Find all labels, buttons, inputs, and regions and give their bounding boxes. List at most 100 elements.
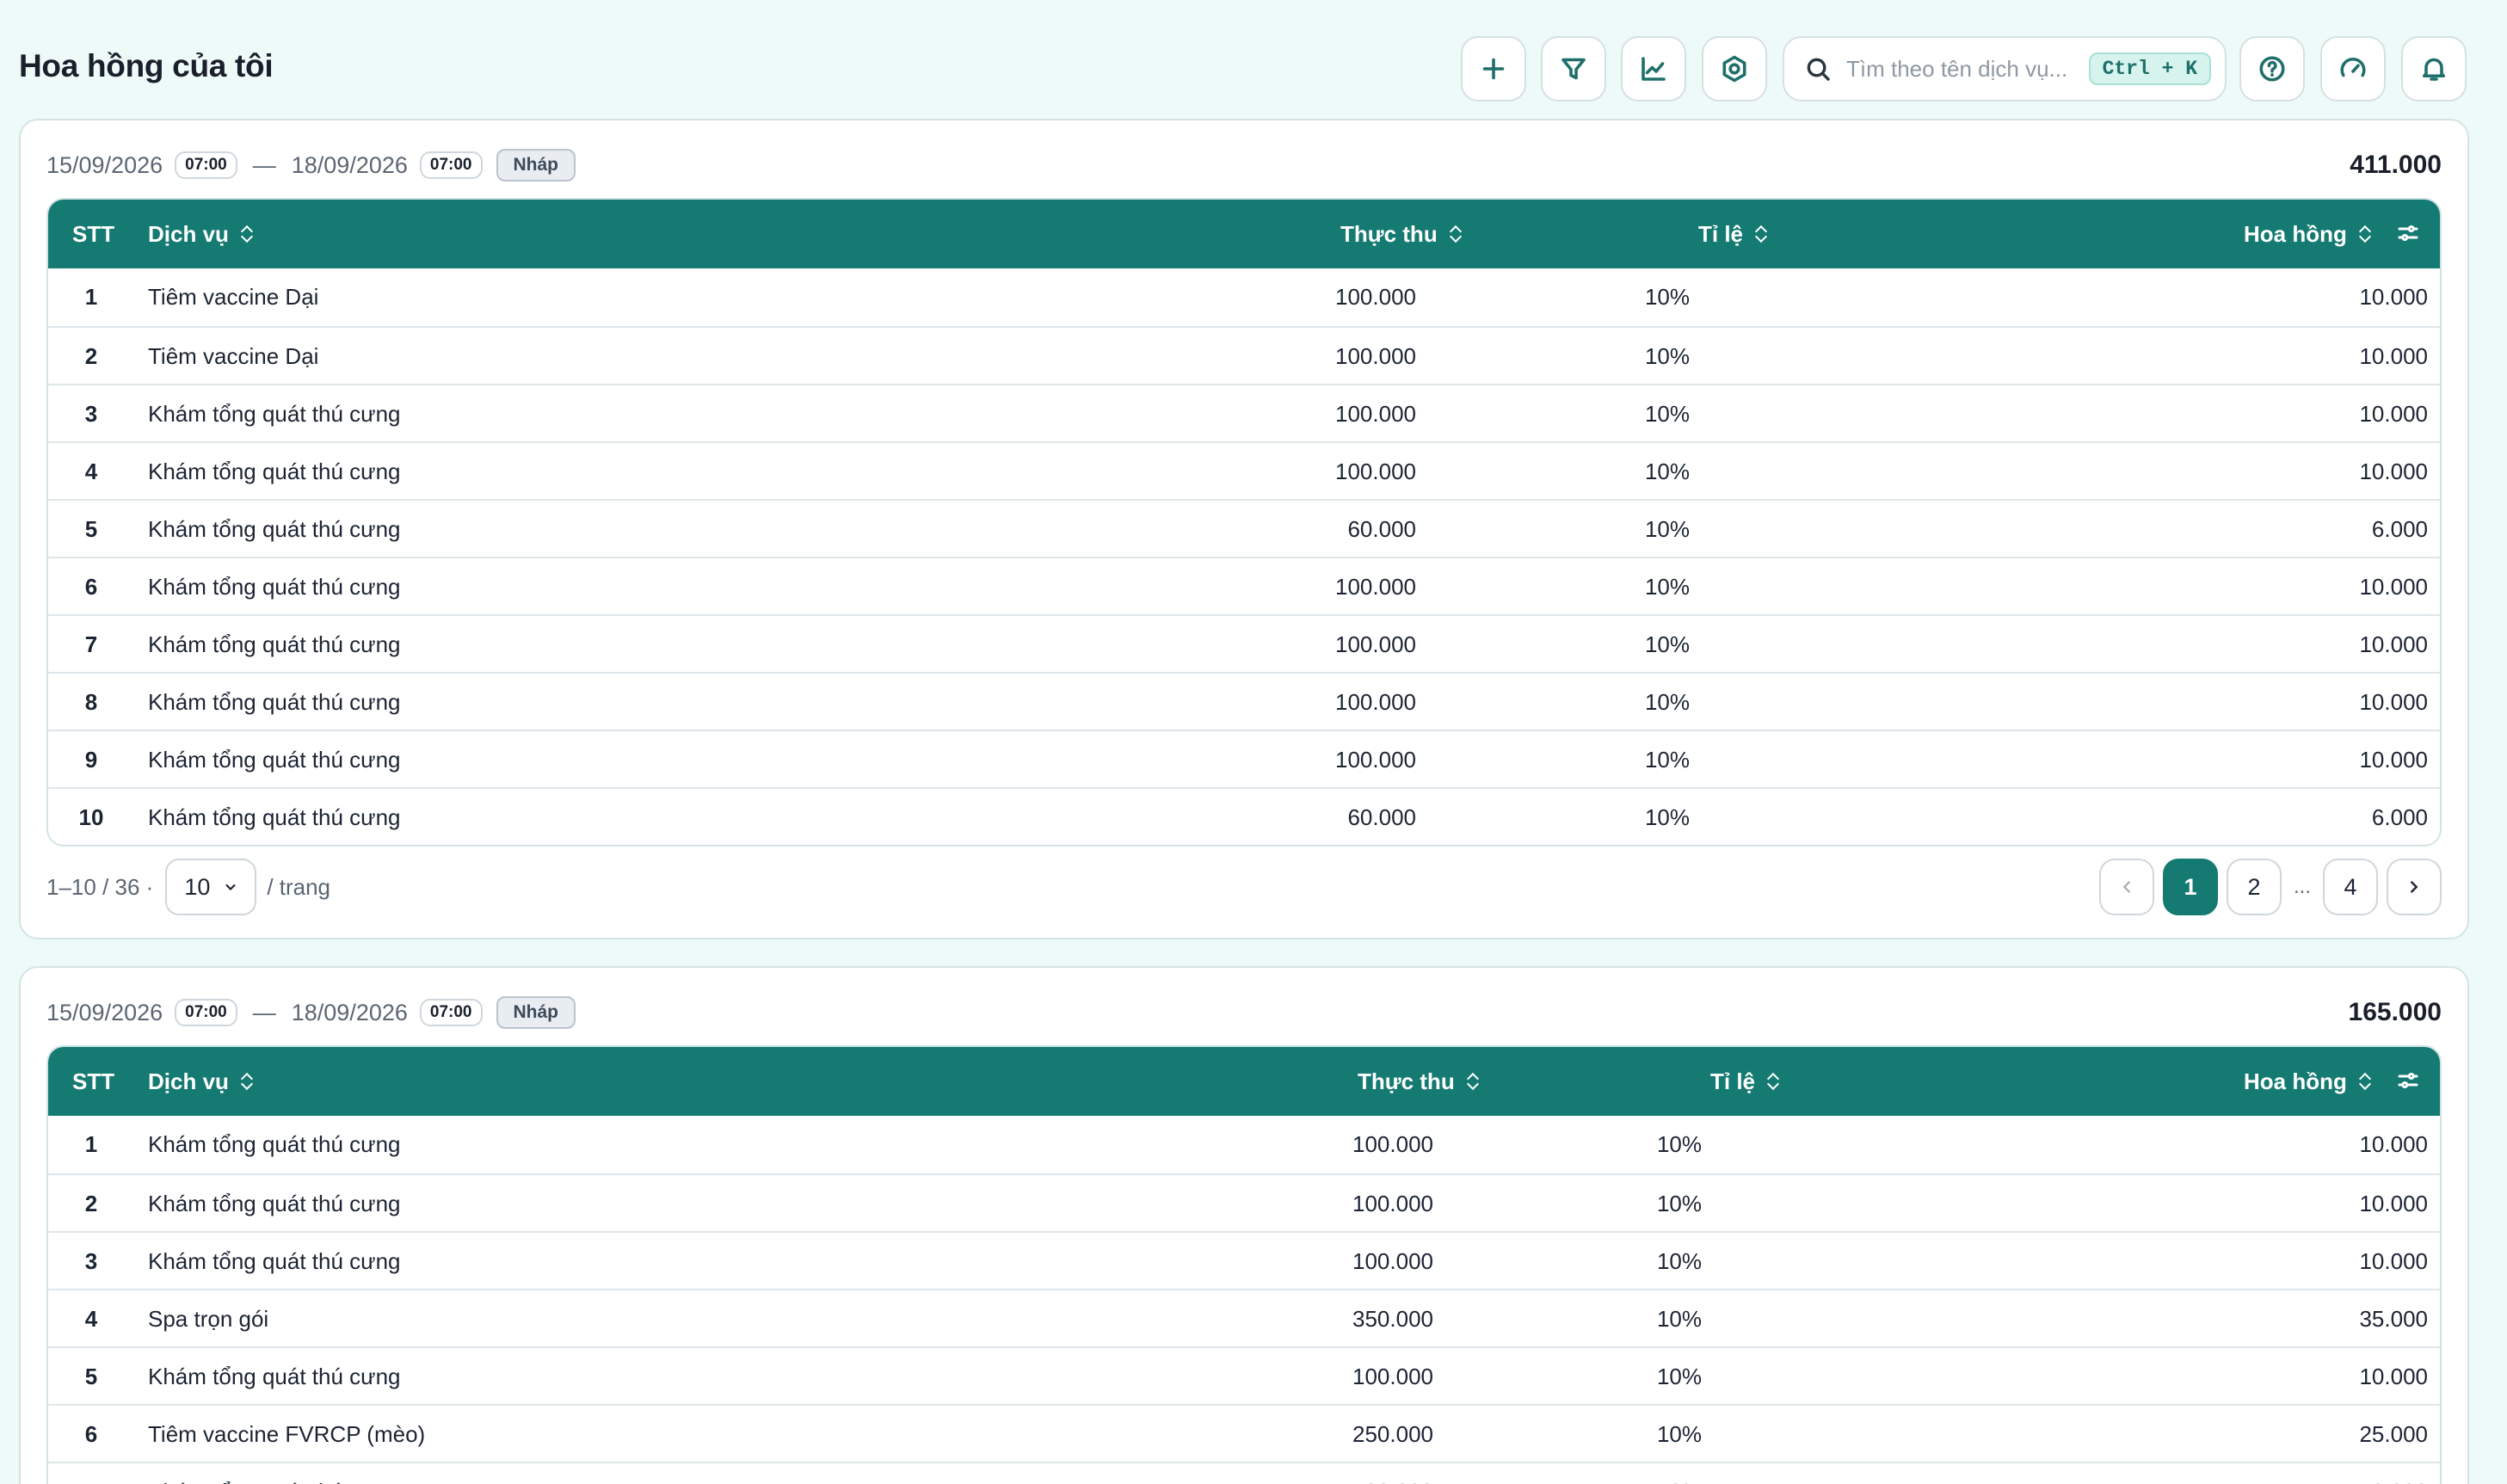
table-row[interactable]: 7 Khám tổng quát thú cưng 100.000 10% 10.000 <box>48 1462 2440 1484</box>
cell-commission: 10.000 <box>2359 1463 2428 1484</box>
cell-revenue: 100.000 <box>1335 689 1416 715</box>
add-button[interactable] <box>1461 36 1526 102</box>
column-settings-button[interactable] <box>2395 220 2421 246</box>
cell-revenue: 100.000 <box>1352 1191 1433 1216</box>
column-rate[interactable]: Tỉ lệ <box>1698 200 1767 268</box>
cell-stt: 8 <box>84 689 98 715</box>
cell-service: Khám tổng quát thú cưng <box>148 459 401 484</box>
cell-commission: 10.000 <box>2359 689 2428 715</box>
cell-revenue: 100.000 <box>1335 574 1416 600</box>
cell-commission: 6.000 <box>2371 516 2428 542</box>
notifications-button[interactable] <box>2401 36 2467 102</box>
table-row[interactable]: 2 Khám tổng quát thú cưng 100.000 10% 10.000 <box>48 1173 2440 1231</box>
table-row[interactable]: 3 Khám tổng quát thú cưng 100.000 10% 10.000 <box>48 1231 2440 1289</box>
time-from: 07:00 <box>175 151 237 179</box>
chevron-down-icon <box>225 884 237 891</box>
card-header: 15/09/2026 07:00 — 18/09/2026 07:00 Nháp… <box>46 146 2442 184</box>
commission-table: STT Dịch vụ Thực thu Tỉ lệ Hoa hồng 1 Tiê… <box>46 198 2442 847</box>
table-row[interactable]: 6 Khám tổng quát thú cưng 100.000 10% 10.000 <box>48 557 2440 614</box>
cell-rate: 10% <box>1644 631 1690 657</box>
table-row[interactable]: 8 Khám tổng quát thú cưng 100.000 10% 10.000 <box>48 672 2440 730</box>
table-row[interactable]: 6 Tiêm vaccine FVRCP (mèo) 250.000 10% 25.00… <box>48 1404 2440 1462</box>
status-badge: Nháp <box>496 149 576 182</box>
cell-stt: 7 <box>84 631 98 657</box>
cell-stt: 5 <box>84 516 98 542</box>
cell-stt: 4 <box>84 459 98 484</box>
next-page-button[interactable] <box>2387 859 2442 915</box>
help-button[interactable] <box>2239 36 2305 102</box>
card-total: 165.000 <box>2348 998 2442 1026</box>
cell-service: Khám tổng quát thú cưng <box>148 1131 401 1157</box>
cell-service: Khám tổng quát thú cưng <box>148 1248 401 1274</box>
cell-service: Tiêm vaccine FVRCP (mèo) <box>148 1421 426 1447</box>
date-to: 18/09/2026 <box>291 151 408 178</box>
cell-service: Khám tổng quát thú cưng <box>148 574 401 600</box>
settings-button[interactable] <box>1702 36 1767 102</box>
search-input[interactable] <box>1846 55 2089 83</box>
cell-stt: 6 <box>84 1421 98 1447</box>
cell-stt: 6 <box>84 574 98 600</box>
cell-rate: 10% <box>1656 1248 1702 1274</box>
cell-revenue: 100.000 <box>1352 1364 1433 1389</box>
cell-stt: 5 <box>84 1364 98 1389</box>
sort-icon <box>1767 1072 1779 1091</box>
date-to: 18/09/2026 <box>291 999 408 1025</box>
column-revenue[interactable]: Thực thu <box>1358 1047 1479 1116</box>
time-to: 07:00 <box>419 151 483 179</box>
table-row[interactable]: 4 Spa trọn gói 350.000 10% 35.000 <box>48 1289 2440 1346</box>
table-row[interactable]: 1 Khám tổng quát thú cưng 100.000 10% 10.000 <box>48 1116 2440 1173</box>
chart-button[interactable] <box>1621 36 1686 102</box>
sliders-icon <box>2398 1073 2418 1088</box>
column-commission[interactable]: Hoa hồng <box>2244 1047 2371 1116</box>
column-settings-button[interactable] <box>2395 1068 2421 1093</box>
table-header: STT Dịch vụ Thực thu Tỉ lệ Hoa hồng <box>48 1047 2440 1116</box>
table-row[interactable]: 9 Khám tổng quát thú cưng 100.000 10% 10.000 <box>48 730 2440 787</box>
table-row[interactable]: 5 Khám tổng quát thú cưng 60.000 10% 6.000 <box>48 499 2440 557</box>
time-from: 07:00 <box>175 999 237 1026</box>
prev-page-button[interactable] <box>2098 859 2154 915</box>
cell-service: Khám tổng quát thú cưng <box>148 747 401 773</box>
settings-icon <box>1722 55 1746 83</box>
column-service[interactable]: Dịch vụ <box>148 200 253 268</box>
table-row[interactable]: 4 Khám tổng quát thú cưng 100.000 10% 10.000 <box>48 441 2440 499</box>
cell-commission: 10.000 <box>2359 631 2428 657</box>
cell-service: Tiêm vaccine Dại <box>148 343 319 369</box>
column-revenue[interactable]: Thực thu <box>1340 200 1462 268</box>
cell-rate: 10% <box>1656 1364 1702 1389</box>
column-stt: STT <box>72 1068 115 1094</box>
cell-commission: 10.000 <box>2359 1191 2428 1216</box>
date-from: 15/09/2026 <box>46 999 163 1025</box>
cell-commission: 10.000 <box>2359 343 2428 369</box>
column-commission[interactable]: Hoa hồng <box>2244 200 2371 268</box>
cell-commission: 35.000 <box>2359 1306 2428 1332</box>
page-title: Hoa hồng của tôi <box>19 48 274 83</box>
card-header: 15/09/2026 07:00 — 18/09/2026 07:00 Nháp… <box>46 994 2442 1031</box>
search-box[interactable]: Ctrl + K <box>1783 36 2227 102</box>
cell-commission: 10.000 <box>2359 459 2428 484</box>
table-row[interactable]: 7 Khám tổng quát thú cưng 100.000 10% 10.000 <box>48 614 2440 672</box>
dashboard-button[interactable] <box>2320 36 2386 102</box>
cell-revenue: 100.000 <box>1335 631 1416 657</box>
cell-stt: 3 <box>84 401 98 427</box>
table-row[interactable]: 5 Khám tổng quát thú cưng 100.000 10% 10.000 <box>48 1346 2440 1404</box>
cell-rate: 10% <box>1644 574 1690 600</box>
table-row[interactable]: 1 Tiêm vaccine Dại 100.000 10% 10.000 <box>48 268 2440 326</box>
commission-card: 15/09/2026 07:00 — 18/09/2026 07:00 Nháp… <box>19 966 2469 1484</box>
cell-revenue: 100.000 <box>1335 284 1416 310</box>
page-size-select[interactable]: 10 <box>165 859 257 915</box>
table-row[interactable]: 10 Khám tổng quát thú cưng 60.000 10% 6.000 <box>48 787 2440 845</box>
page-button[interactable]: 4 <box>2323 859 2378 915</box>
table-row[interactable]: 3 Khám tổng quát thú cưng 100.000 10% 10.000 <box>48 384 2440 441</box>
column-rate[interactable]: Tỉ lệ <box>1710 1047 1779 1116</box>
page-button[interactable]: 2 <box>2226 859 2282 915</box>
page-button[interactable]: 1 <box>2162 859 2218 915</box>
filter-button[interactable] <box>1541 36 1606 102</box>
cell-revenue: 100.000 <box>1335 747 1416 773</box>
cell-revenue: 60.000 <box>1347 516 1416 542</box>
table-row[interactable]: 2 Tiêm vaccine Dại 100.000 10% 10.000 <box>48 326 2440 384</box>
bell-icon <box>2422 58 2446 81</box>
column-service[interactable]: Dịch vụ <box>148 1047 253 1116</box>
column-stt: STT <box>72 220 115 247</box>
commission-table: STT Dịch vụ Thực thu Tỉ lệ Hoa hồng 1 Khá… <box>46 1045 2442 1484</box>
sort-icon <box>1450 225 1462 243</box>
